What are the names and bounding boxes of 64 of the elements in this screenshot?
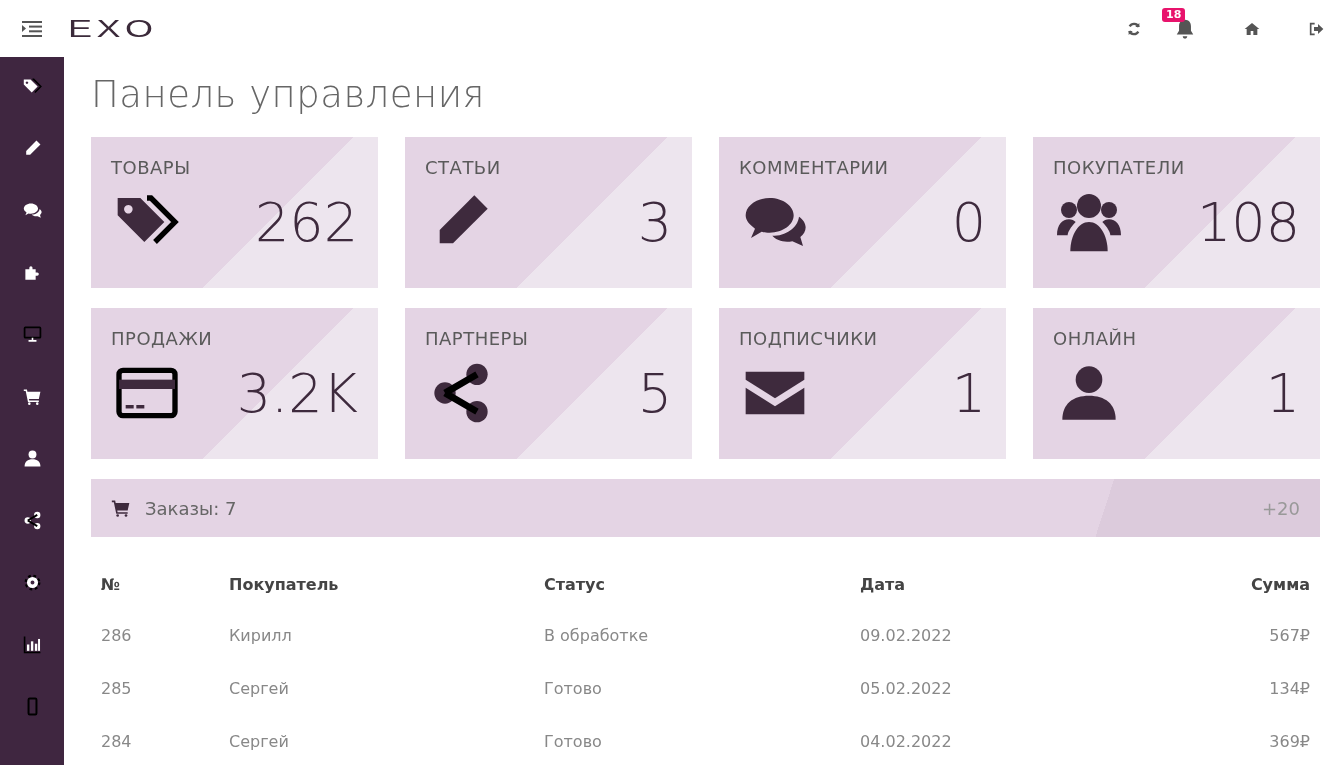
column-header: Сумма	[1250, 574, 1310, 594]
stat-card[interactable]: ОНЛАЙН 1	[1033, 308, 1320, 459]
stat-card[interactable]: ПОДПИСЧИКИ 1	[719, 308, 1006, 459]
stat-label: КОММЕНТАРИИ	[739, 157, 890, 178]
stat-label: ПРОДАЖИ	[111, 328, 214, 349]
table-cell: 369₽	[1269, 732, 1310, 751]
user-icon[interactable]	[22, 449, 42, 468]
sign-out-icon[interactable]	[1308, 20, 1324, 37]
bell-icon[interactable]	[1174, 17, 1196, 40]
orders-title: Заказы: 7	[145, 497, 237, 519]
table-cell-text: Сергей	[229, 679, 290, 698]
table-cell-text: Сергей	[229, 732, 290, 751]
column-header: Дата	[860, 574, 907, 594]
stat-card[interactable]: ПОКУПАТЕЛИ 108	[1033, 137, 1320, 288]
table-cell: 134₽	[1269, 679, 1310, 698]
stat-value: 0	[951, 190, 986, 254]
table-cell: 567₽	[1269, 626, 1310, 645]
table-cell-text: 09.02.2022	[860, 626, 953, 645]
stat-value: 262	[254, 190, 358, 254]
stat-card[interactable]: ТОВАРЫ 262	[91, 137, 378, 288]
page-title: Панель управления	[91, 73, 486, 117]
menu-icon[interactable]	[22, 20, 42, 37]
stat-label: ТОВАРЫ	[111, 157, 192, 178]
column-header: Покупатель	[229, 574, 340, 594]
notification-badge: 18	[1162, 7, 1186, 22]
share-icon[interactable]	[22, 511, 42, 530]
table-cell-text: 285	[101, 679, 133, 698]
settings-icon[interactable]	[22, 573, 42, 592]
stat-value: 5	[637, 361, 672, 425]
tag-icon[interactable]	[22, 77, 42, 96]
stat-label: ПАРТНЕРЫ	[425, 328, 530, 349]
stat-label: СТАТЬИ	[425, 157, 502, 178]
table-cell-text: 05.02.2022	[860, 679, 953, 698]
puzzle-icon[interactable]	[22, 263, 42, 282]
stat-value: 3	[637, 190, 672, 254]
logo[interactable]: EXO	[68, 14, 158, 43]
monitor-icon[interactable]	[22, 325, 42, 344]
stat-value: 1	[1265, 361, 1300, 425]
column-header: №	[101, 574, 122, 594]
table-cell-text: 284	[101, 732, 133, 751]
table-cell-text: 04.02.2022	[860, 732, 953, 751]
stat-label: ОНЛАЙН	[1053, 328, 1138, 349]
stat-value: 108	[1196, 190, 1300, 254]
table-cell-text: Готово	[544, 679, 603, 698]
orders-count: +20	[1262, 497, 1300, 519]
cart-icon[interactable]	[22, 387, 42, 406]
home-icon[interactable]	[1244, 20, 1260, 37]
table-cell-text: В обработке	[544, 626, 650, 645]
stat-card[interactable]: КОММЕНТАРИИ 0	[719, 137, 1006, 288]
stat-card[interactable]: ПРОДАЖИ 3.2K	[91, 308, 378, 459]
stat-label: ПОКУПАТЕЛИ	[1053, 157, 1186, 178]
table-cell-text: Готово	[544, 732, 603, 751]
stat-label: ПОДПИСЧИКИ	[739, 328, 879, 349]
table-cell-text: Кирилл	[229, 626, 293, 645]
bar-chart-icon[interactable]	[22, 635, 42, 654]
refresh-icon[interactable]	[1126, 20, 1142, 37]
column-header: Статус	[544, 574, 606, 594]
stat-value: 1	[951, 361, 986, 425]
stat-card[interactable]: СТАТЬИ 3	[405, 137, 692, 288]
stat-value: 3.2K	[236, 361, 358, 425]
stat-card[interactable]: ПАРТНЕРЫ 5	[405, 308, 692, 459]
table-cell-text: 286	[101, 626, 133, 645]
comments-icon[interactable]	[22, 201, 42, 220]
cart-icon	[111, 498, 131, 518]
